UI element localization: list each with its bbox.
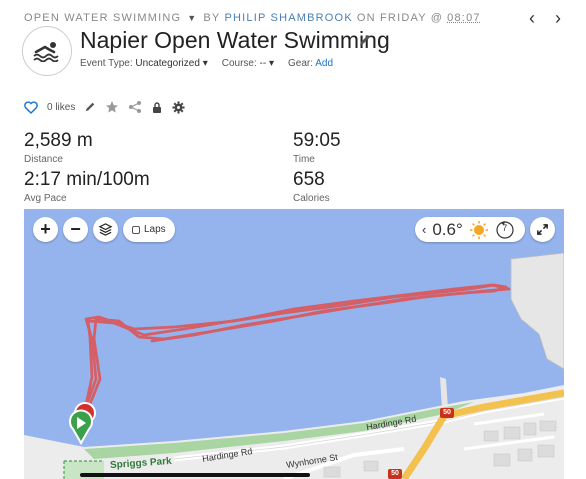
zoom-out-button[interactable]: − <box>63 217 88 242</box>
calories-value: 658 <box>293 169 325 190</box>
laps-toggle[interactable]: Laps <box>123 217 175 242</box>
gear-icon[interactable] <box>172 100 185 114</box>
fullscreen-button[interactable] <box>530 217 555 242</box>
likes-count[interactable]: 0 likes <box>47 102 75 113</box>
home-indicator <box>80 473 310 477</box>
gear-label: Gear: <box>288 58 314 69</box>
distance-value: 2,589 m <box>24 130 93 151</box>
wind-indicator: 7 <box>495 220 515 240</box>
calories-label: Calories <box>293 193 330 204</box>
activity-type-dropdown-icon[interactable]: ▼ <box>187 13 197 23</box>
share-icon[interactable] <box>128 100 142 114</box>
distance-stat: 2,589 m Distance <box>24 130 93 165</box>
layers-icon <box>98 223 113 236</box>
distance-label: Distance <box>24 154 63 165</box>
map-canvas[interactable] <box>24 209 564 479</box>
user-link[interactable]: PHILIP SHAMBROOK <box>224 12 352 24</box>
social-bar: 0 likes <box>24 100 185 114</box>
date-label: ON FRIDAY @ <box>356 12 444 24</box>
star-icon[interactable] <box>105 100 119 114</box>
temperature-value: 0.6° <box>432 219 463 239</box>
pace-label: Avg Pace <box>24 193 67 204</box>
add-gear-link[interactable]: Add <box>315 58 333 69</box>
activity-breadcrumb: OPEN WATER SWIMMING ▼ BY PHILIP SHAMBROO… <box>24 10 481 26</box>
edit-icon[interactable] <box>84 101 96 113</box>
weather-widget[interactable]: ‹ 0.6° 7 <box>415 217 525 242</box>
route-shield: 50 <box>388 469 402 479</box>
time-stat: 59:05 Time <box>293 130 341 165</box>
event-type-label: Event Type: <box>80 58 133 69</box>
previous-activity-icon[interactable]: ‹ <box>526 8 538 29</box>
wind-speed: 7 <box>502 222 508 233</box>
course-value: -- <box>259 58 267 69</box>
gear-selector: Gear: Add <box>288 58 333 69</box>
zoom-in-button[interactable]: + <box>33 217 58 242</box>
activity-nav: ‹ › <box>526 8 564 29</box>
course-label: Course: <box>221 58 257 69</box>
start-marker-icon <box>69 409 93 445</box>
time-value: 59:05 <box>293 130 341 151</box>
laps-label: Laps <box>144 224 166 235</box>
time-label: Time <box>293 154 315 165</box>
activity-time[interactable]: 08:07 <box>447 12 481 24</box>
heart-icon[interactable] <box>24 100 38 114</box>
by-label: BY <box>203 12 221 24</box>
activity-map[interactable]: + − Laps ‹ 0.6° 7 Hardinge Rd Hardinge R… <box>24 209 564 479</box>
layers-button[interactable] <box>93 217 118 242</box>
pace-stat: 2:17 min/100m Avg Pace <box>24 169 150 204</box>
chevron-down-icon: ▾ <box>202 58 208 69</box>
activity-meta: Event Type: Uncategorized ▾ Course: -- ▾… <box>80 58 333 69</box>
sun-icon <box>469 220 488 239</box>
chevron-left-icon[interactable]: ‹ <box>422 222 426 237</box>
course-selector[interactable]: Course: -- ▾ <box>222 58 274 69</box>
next-activity-icon[interactable]: › <box>552 8 564 29</box>
laps-checkbox[interactable] <box>132 225 140 234</box>
swimmer-icon <box>22 26 72 76</box>
edit-title-icon[interactable] <box>358 33 372 47</box>
expand-icon <box>537 224 548 235</box>
chevron-down-icon: ▾ <box>268 58 274 69</box>
event-type-selector[interactable]: Event Type: Uncategorized ▾ <box>80 58 208 69</box>
page-title: Napier Open Water Swimming <box>80 27 390 53</box>
pace-value: 2:17 min/100m <box>24 169 150 190</box>
event-type-value: Uncategorized <box>135 58 200 69</box>
calories-stat: 658 Calories <box>293 169 330 204</box>
activity-type-label: OPEN WATER SWIMMING <box>24 12 182 24</box>
route-shield: 50 <box>440 408 454 418</box>
lock-icon[interactable] <box>151 101 163 114</box>
